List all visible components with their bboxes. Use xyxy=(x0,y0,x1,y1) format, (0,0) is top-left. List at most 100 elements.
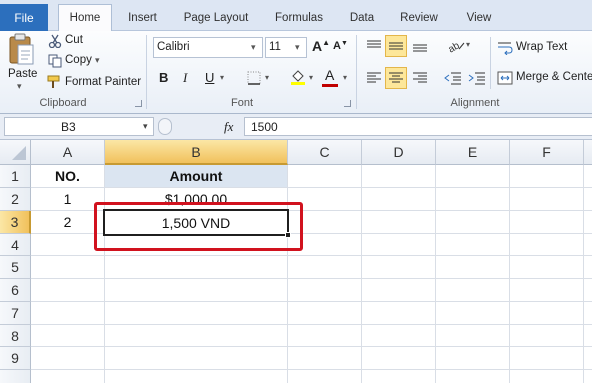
orientation-dropdown-arrow[interactable]: ▾ xyxy=(466,40,470,49)
column-header-g[interactable] xyxy=(584,140,592,165)
row-header-6[interactable]: 6 xyxy=(0,279,31,302)
borders-dropdown-arrow[interactable]: ▾ xyxy=(265,73,269,82)
font-launcher-icon[interactable] xyxy=(344,100,351,107)
font-color-button[interactable]: A xyxy=(325,67,334,83)
borders-icon[interactable] xyxy=(247,71,261,85)
copy-dropdown-arrow[interactable]: ▾ xyxy=(95,55,100,66)
font-size-select[interactable]: 11 ▾ xyxy=(265,37,307,58)
chevron-down-icon: ▾ xyxy=(295,42,300,52)
column-header-d[interactable]: D xyxy=(362,140,436,165)
spreadsheet-grid: A B C D E F 1 2 3 4 5 6 7 8 9 NO. Amount… xyxy=(0,140,592,383)
gridline xyxy=(31,369,592,370)
fill-color-icon[interactable] xyxy=(290,68,306,86)
italic-button[interactable]: I xyxy=(183,70,187,86)
chevron-down-icon[interactable]: ▾ xyxy=(143,121,148,132)
font-name-value: Calibri xyxy=(157,41,190,53)
gridline xyxy=(31,301,592,302)
copy-icon xyxy=(48,54,62,68)
name-box-value: B3 xyxy=(61,120,76,134)
copy-button[interactable]: Copy xyxy=(65,54,92,66)
formula-value: 1500 xyxy=(251,120,278,134)
formula-input[interactable]: 1500 xyxy=(244,117,592,136)
gridline xyxy=(435,165,436,383)
format-painter-button[interactable]: Format Painter xyxy=(65,76,141,88)
tab-view[interactable]: View xyxy=(460,4,498,31)
tab-formulas[interactable]: Formulas xyxy=(268,4,330,31)
align-center-button[interactable] xyxy=(385,67,407,89)
wrap-text-button[interactable]: Wrap Text xyxy=(516,41,567,53)
cut-button[interactable]: Cut xyxy=(65,34,83,46)
align-middle-button[interactable] xyxy=(385,35,407,57)
align-left-icon[interactable] xyxy=(366,71,382,85)
bold-button[interactable]: B xyxy=(159,70,168,85)
alignment-group-label: Alignment xyxy=(450,97,500,109)
chevron-down-icon: ▾ xyxy=(251,42,256,52)
highlight-annotation xyxy=(94,202,303,251)
gridline xyxy=(31,346,592,347)
font-size-value: 11 xyxy=(269,41,281,53)
tab-home[interactable]: Home xyxy=(58,4,112,32)
column-header-f[interactable]: F xyxy=(510,140,584,165)
paste-label[interactable]: Paste xyxy=(8,68,37,80)
column-header-e[interactable]: E xyxy=(436,140,510,165)
scissors-icon xyxy=(48,34,62,48)
column-header-a[interactable]: A xyxy=(31,140,105,165)
row-header-5[interactable]: 5 xyxy=(0,256,31,279)
tab-data[interactable]: Data xyxy=(344,4,380,31)
insert-function-icon[interactable]: fx xyxy=(224,119,233,135)
align-middle-icon xyxy=(389,42,403,50)
clipboard-group-label: Clipboard xyxy=(39,97,87,109)
tab-review[interactable]: Review xyxy=(394,4,444,31)
gridline xyxy=(31,278,592,279)
row-header-7[interactable]: 7 xyxy=(0,302,31,325)
grow-font-button[interactable]: A▲ xyxy=(312,38,330,54)
increase-indent-icon[interactable] xyxy=(468,71,486,85)
paste-button[interactable] xyxy=(6,33,36,67)
align-right-icon[interactable] xyxy=(412,71,428,85)
font-color-swatch xyxy=(322,84,338,87)
cell-b1[interactable]: Amount xyxy=(105,165,287,187)
group-separator xyxy=(490,37,491,89)
tab-file[interactable]: File xyxy=(0,4,48,31)
merge-center-icon xyxy=(497,71,513,85)
group-separator xyxy=(356,35,357,109)
select-all-corner[interactable] xyxy=(0,140,31,165)
formula-bar-handle[interactable] xyxy=(158,118,172,135)
formula-bar: B3 ▾ fx 1500 xyxy=(0,114,592,140)
row-header-4[interactable]: 4 xyxy=(0,234,31,256)
gridline xyxy=(31,255,592,256)
cell-a1[interactable]: NO. xyxy=(31,165,104,187)
ribbon: Paste ▾ Cut Copy ▾ Format Painter Clipbo… xyxy=(0,31,592,114)
row-header-8[interactable]: 8 xyxy=(0,325,31,347)
format-painter-icon xyxy=(47,75,60,88)
row-header-3[interactable]: 3 xyxy=(0,211,31,234)
row-header-10[interactable] xyxy=(0,370,31,383)
name-box[interactable]: B3 ▾ xyxy=(4,117,154,136)
column-header-c[interactable]: C xyxy=(288,140,362,165)
row-header-2[interactable]: 2 xyxy=(0,188,31,211)
align-bottom-icon[interactable] xyxy=(412,39,428,53)
tab-page-layout[interactable]: Page Layout xyxy=(178,4,254,31)
fill-color-dropdown-arrow[interactable]: ▾ xyxy=(309,73,313,82)
shrink-font-button[interactable]: A▼ xyxy=(333,40,348,52)
align-center-icon xyxy=(389,72,403,83)
row-header-1[interactable]: 1 xyxy=(0,165,31,188)
svg-text:ab: ab xyxy=(446,40,462,53)
decrease-indent-icon[interactable] xyxy=(444,71,462,85)
orientation-icon[interactable]: ab xyxy=(446,37,466,53)
font-color-dropdown-arrow[interactable]: ▾ xyxy=(343,73,347,82)
grow-font-icon: A xyxy=(312,38,323,54)
gridline xyxy=(583,165,584,383)
underline-button[interactable]: U xyxy=(205,70,214,85)
font-name-select[interactable]: Calibri ▾ xyxy=(153,37,263,58)
column-header-b[interactable]: B xyxy=(105,140,288,165)
tab-insert[interactable]: Insert xyxy=(120,4,165,31)
wrap-text-icon xyxy=(498,42,513,55)
merge-center-button[interactable]: Merge & Center xyxy=(516,71,592,83)
row-header-9[interactable]: 9 xyxy=(0,347,31,370)
align-top-icon[interactable] xyxy=(366,39,382,53)
underline-dropdown-arrow[interactable]: ▾ xyxy=(220,73,224,82)
paste-dropdown-arrow[interactable]: ▾ xyxy=(17,81,22,92)
select-all-icon xyxy=(12,146,26,160)
clipboard-launcher-icon[interactable] xyxy=(135,100,142,107)
